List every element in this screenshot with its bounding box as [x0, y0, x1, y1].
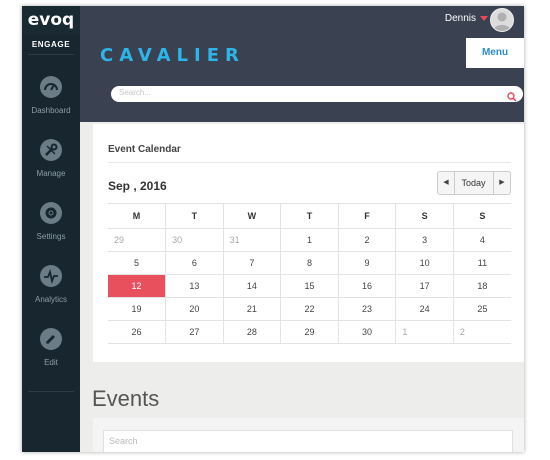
- sidebar-item-settings[interactable]: Settings: [22, 202, 80, 258]
- calendar-day[interactable]: 27: [165, 320, 224, 344]
- calendar-week-row: 19 20 21 22 23 24 25: [108, 297, 511, 321]
- events-heading: Events: [92, 386, 160, 411]
- sidebar-item-edit[interactable]: Edit: [22, 328, 80, 384]
- calendar-day[interactable]: 26: [108, 320, 166, 344]
- event-calendar-card: Event Calendar Sep , 2016 ◀ Today ▶ M T …: [93, 124, 524, 362]
- calendar-day[interactable]: 23: [337, 297, 396, 321]
- sidebar-item-label: Edit: [44, 358, 58, 367]
- sidebar-divider: [28, 391, 74, 392]
- weekday-header: M: [108, 203, 166, 229]
- calendar-day-selected[interactable]: 12: [108, 274, 166, 298]
- calendar-day[interactable]: 19: [108, 297, 166, 321]
- caret-right-icon[interactable]: ▶: [493, 172, 510, 194]
- pencil-icon: [40, 328, 62, 350]
- search-bar[interactable]: Search...: [111, 86, 523, 102]
- calendar-day[interactable]: 1: [395, 320, 454, 344]
- calendar-day[interactable]: 24: [395, 297, 454, 321]
- logo-text: evoq: [27, 10, 75, 30]
- product-name: ENGAGE: [31, 40, 71, 49]
- divider: [108, 162, 511, 163]
- logo[interactable]: evoq: [22, 6, 80, 34]
- calendar-day[interactable]: 22: [280, 297, 339, 321]
- calendar-day[interactable]: 3: [395, 228, 454, 252]
- events-search-placeholder: Search: [109, 436, 138, 446]
- gear-icon: [40, 202, 62, 224]
- calendar-day[interactable]: 2: [337, 228, 396, 252]
- calendar-nav: ◀ Today ▶: [437, 171, 511, 195]
- calendar-day[interactable]: 16: [337, 274, 396, 298]
- caret-down-icon[interactable]: [480, 16, 488, 21]
- speedometer-icon: [40, 76, 62, 98]
- calendar-day[interactable]: 25: [452, 297, 511, 321]
- weekday-header: F: [337, 203, 396, 229]
- sidebar-item-dashboard[interactable]: Dashboard: [22, 76, 80, 132]
- user-name[interactable]: Dennis: [445, 13, 476, 24]
- sidebar-item-label: Analytics: [34, 295, 67, 304]
- calendar-grid: M T W T F S S 29 30 31 1 2 3 4 5 6 7 8 9…: [108, 203, 511, 344]
- top-bar: Dennis: [80, 6, 524, 34]
- menu-button[interactable]: Menu: [466, 38, 524, 68]
- calendar-week-row: 29 30 31 1 2 3 4: [108, 228, 511, 252]
- calendar-day[interactable]: 21: [222, 297, 281, 321]
- sidebar-item-label: Settings: [36, 232, 66, 241]
- calendar-day[interactable]: 18: [452, 274, 511, 298]
- weekday-header: S: [452, 203, 511, 229]
- calendar-day[interactable]: 6: [165, 251, 224, 275]
- sidebar: evoq ENGAGE Dashboard Manage Settings An…: [22, 6, 80, 452]
- wrench-icon: [40, 139, 62, 161]
- calendar-day[interactable]: 4: [452, 228, 511, 252]
- calendar-week-row: 5 6 7 8 9 10 11: [108, 251, 511, 275]
- calendar-title: Event Calendar: [108, 144, 181, 155]
- calendar-day[interactable]: 20: [165, 297, 224, 321]
- weekday-header: S: [395, 203, 454, 229]
- calendar-day[interactable]: 9: [337, 251, 396, 275]
- weekday-header: W: [222, 203, 281, 229]
- calendar-day[interactable]: 29: [280, 320, 339, 344]
- calendar-day[interactable]: 7: [222, 251, 281, 275]
- sidebar-item-manage[interactable]: Manage: [22, 139, 80, 195]
- calendar-week-row: 26 27 28 29 30 1 2: [108, 320, 511, 344]
- calendar-day[interactable]: 14: [222, 274, 281, 298]
- weekday-header: T: [165, 203, 224, 229]
- sidebar-item-label: Dashboard: [31, 106, 71, 115]
- weekday-header-row: M T W T F S S: [108, 203, 511, 229]
- calendar-day[interactable]: 1: [280, 228, 339, 252]
- calendar-day[interactable]: 29: [108, 228, 166, 252]
- calendar-day[interactable]: 8: [280, 251, 339, 275]
- pulse-icon: [40, 265, 62, 287]
- calendar-day[interactable]: 13: [165, 274, 224, 298]
- calendar-day[interactable]: 31: [222, 228, 281, 252]
- calendar-day[interactable]: 5: [108, 251, 166, 275]
- app-window: evoq ENGAGE Dashboard Manage Settings An…: [22, 6, 524, 452]
- sidebar-item-label: Manage: [36, 169, 66, 178]
- events-search-input[interactable]: Search: [103, 430, 513, 452]
- sidebar-divider: [28, 54, 74, 55]
- month-label: Sep , 2016: [108, 179, 167, 193]
- calendar-day[interactable]: 11: [452, 251, 511, 275]
- site-header: CAVALIER Menu Search...: [80, 34, 524, 122]
- calendar-week-row: 12 13 14 15 16 17 18: [108, 274, 511, 298]
- calendar-day[interactable]: 10: [395, 251, 454, 275]
- sidebar-item-analytics[interactable]: Analytics: [22, 265, 80, 321]
- weekday-header: T: [280, 203, 339, 229]
- calendar-day[interactable]: 30: [337, 320, 396, 344]
- calendar-day[interactable]: 28: [222, 320, 281, 344]
- calendar-day[interactable]: 30: [165, 228, 224, 252]
- search-input[interactable]: Search...: [119, 88, 151, 97]
- caret-left-icon[interactable]: ◀: [438, 172, 455, 194]
- avatar[interactable]: [490, 8, 514, 32]
- site-title[interactable]: CAVALIER: [100, 45, 245, 66]
- calendar-day[interactable]: 15: [280, 274, 339, 298]
- events-panel: Search: [93, 418, 524, 452]
- search-icon[interactable]: [507, 89, 517, 107]
- calendar-day[interactable]: 2: [452, 320, 511, 344]
- calendar-day[interactable]: 17: [395, 274, 454, 298]
- today-button[interactable]: Today: [455, 172, 492, 194]
